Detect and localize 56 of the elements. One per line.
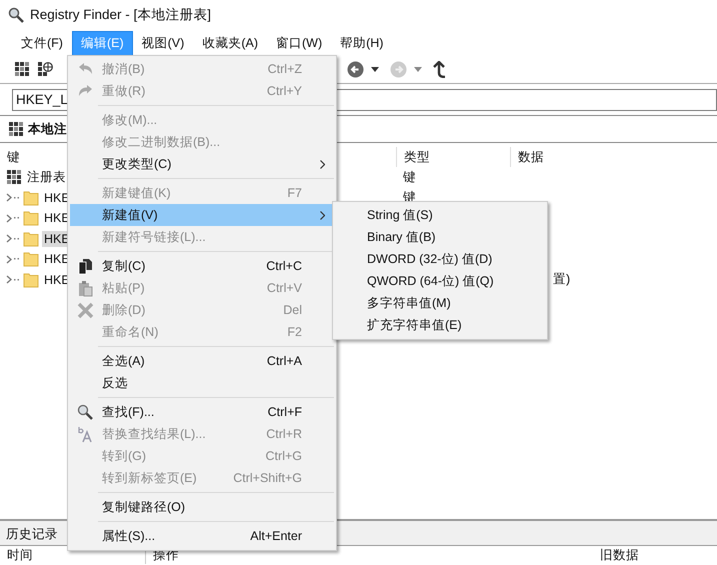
- dotted-line-icon: [14, 278, 20, 281]
- chevron-icon[interactable]: [6, 254, 12, 264]
- grid-icon: [8, 121, 24, 137]
- column-header[interactable]: 旧数据: [593, 547, 639, 564]
- chevron-icon[interactable]: [6, 214, 12, 223]
- column-header[interactable]: 数据: [510, 147, 544, 167]
- clipboard-icon: [76, 280, 94, 296]
- menu-item[interactable]: 窗口(W): [266, 30, 332, 56]
- menu-item[interactable]: 反选: [70, 372, 334, 394]
- table-cell: 置): [553, 271, 570, 288]
- folder-icon: [23, 251, 39, 268]
- folder-icon: [23, 272, 39, 288]
- dropdown-icon[interactable]: [371, 66, 379, 72]
- menu-item[interactable]: Binary 值(B): [333, 226, 547, 248]
- tree-item[interactable]: 注册表: [25, 168, 68, 187]
- chevron-icon[interactable]: [6, 234, 12, 244]
- copy-icon: [76, 258, 94, 274]
- chevron-icon[interactable]: [6, 275, 12, 284]
- window-title: Registry Finder - [本地注册表]: [30, 6, 212, 24]
- menu-item[interactable]: 更改类型(C): [70, 153, 334, 175]
- folder-icon: [23, 210, 39, 226]
- menu-item[interactable]: String 值(S): [333, 204, 547, 226]
- tab[interactable]: 本地注: [8, 120, 67, 138]
- tab[interactable]: 历史记录: [6, 524, 58, 545]
- search-icon: [76, 404, 94, 420]
- folder-icon: [23, 230, 39, 247]
- menu-item[interactable]: 全选(A) Ctrl+A: [70, 350, 334, 372]
- menu-item[interactable]: QWORD (64-位) 值(Q): [333, 270, 547, 292]
- menu-item[interactable]: 扩充字符串值(E): [333, 314, 547, 336]
- grid-icon: [6, 169, 22, 186]
- menu-item[interactable]: 复制键路径(O): [70, 496, 334, 518]
- menu-item[interactable]: 查找(F)... Ctrl+F: [70, 401, 334, 423]
- grid-icon[interactable]: [14, 61, 30, 77]
- menu-item[interactable]: 多字符串值(M): [333, 292, 547, 314]
- menu-item[interactable]: 复制(C) Ctrl+C: [70, 255, 334, 277]
- chevron-icon[interactable]: [6, 193, 12, 202]
- dotted-line-icon: [14, 217, 20, 220]
- menu-item[interactable]: 文件(F): [12, 30, 72, 56]
- dotted-line-icon: [14, 196, 20, 199]
- menu-item[interactable]: 帮助(H): [331, 30, 392, 56]
- up-arrow-icon[interactable]: [433, 60, 447, 78]
- delete-icon: [76, 302, 94, 318]
- globe-grid-icon[interactable]: [37, 61, 53, 77]
- menu-item[interactable]: DWORD (32-位) 值(D): [333, 248, 547, 270]
- table-cell: 键: [403, 168, 416, 186]
- back-icon[interactable]: [347, 60, 364, 78]
- dotted-line-icon: [14, 238, 20, 240]
- folder-icon: [23, 190, 39, 206]
- menu-item[interactable]: 视图(V): [132, 30, 194, 56]
- magnifier-icon: [8, 7, 24, 23]
- menu-item[interactable]: 新建值(V): [70, 204, 334, 226]
- menu-item[interactable]: 属性(S)... Alt+Enter: [70, 525, 334, 547]
- column-header[interactable]: 类型: [396, 147, 510, 167]
- dotted-line-icon: [14, 258, 20, 260]
- menu-item[interactable]: 收藏夹(A): [193, 30, 267, 56]
- replace-icon: [76, 426, 94, 442]
